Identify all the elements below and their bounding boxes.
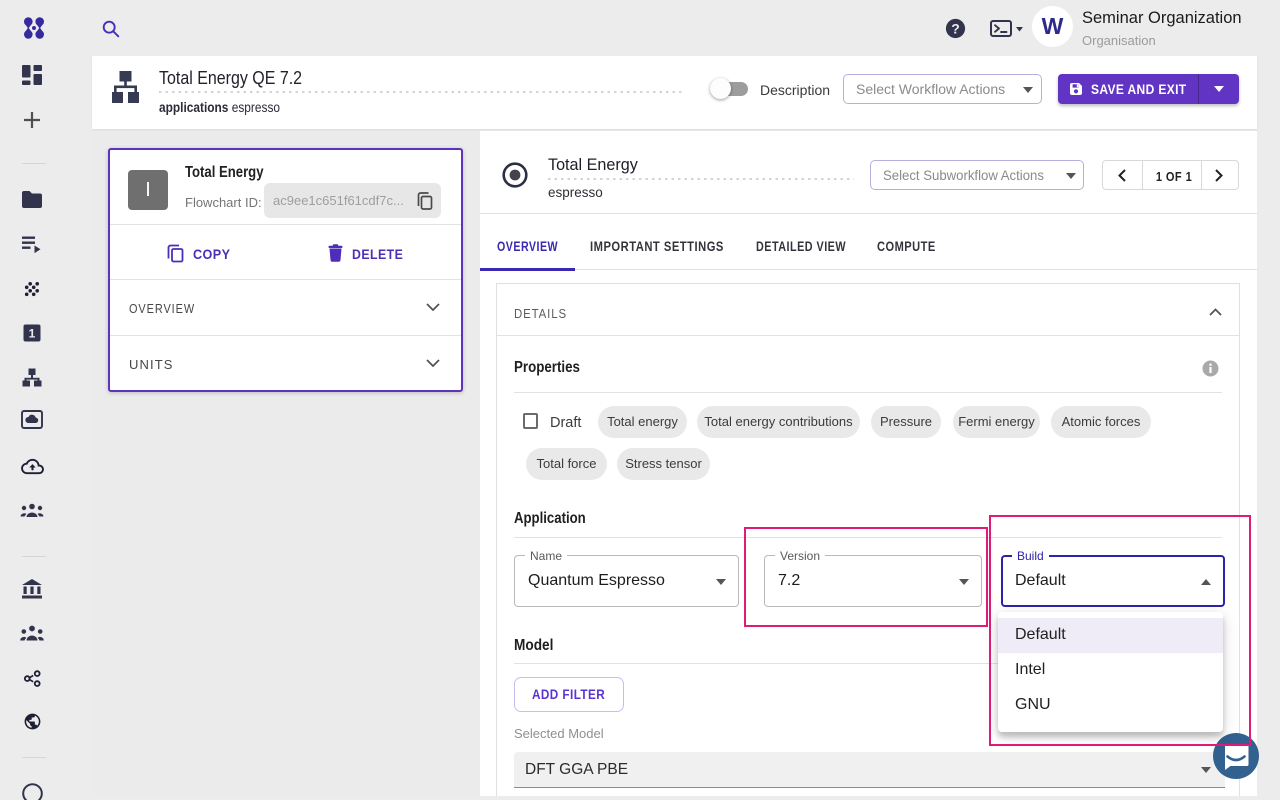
svg-text:?: ? <box>951 20 960 36</box>
svg-text:1: 1 <box>29 327 36 341</box>
